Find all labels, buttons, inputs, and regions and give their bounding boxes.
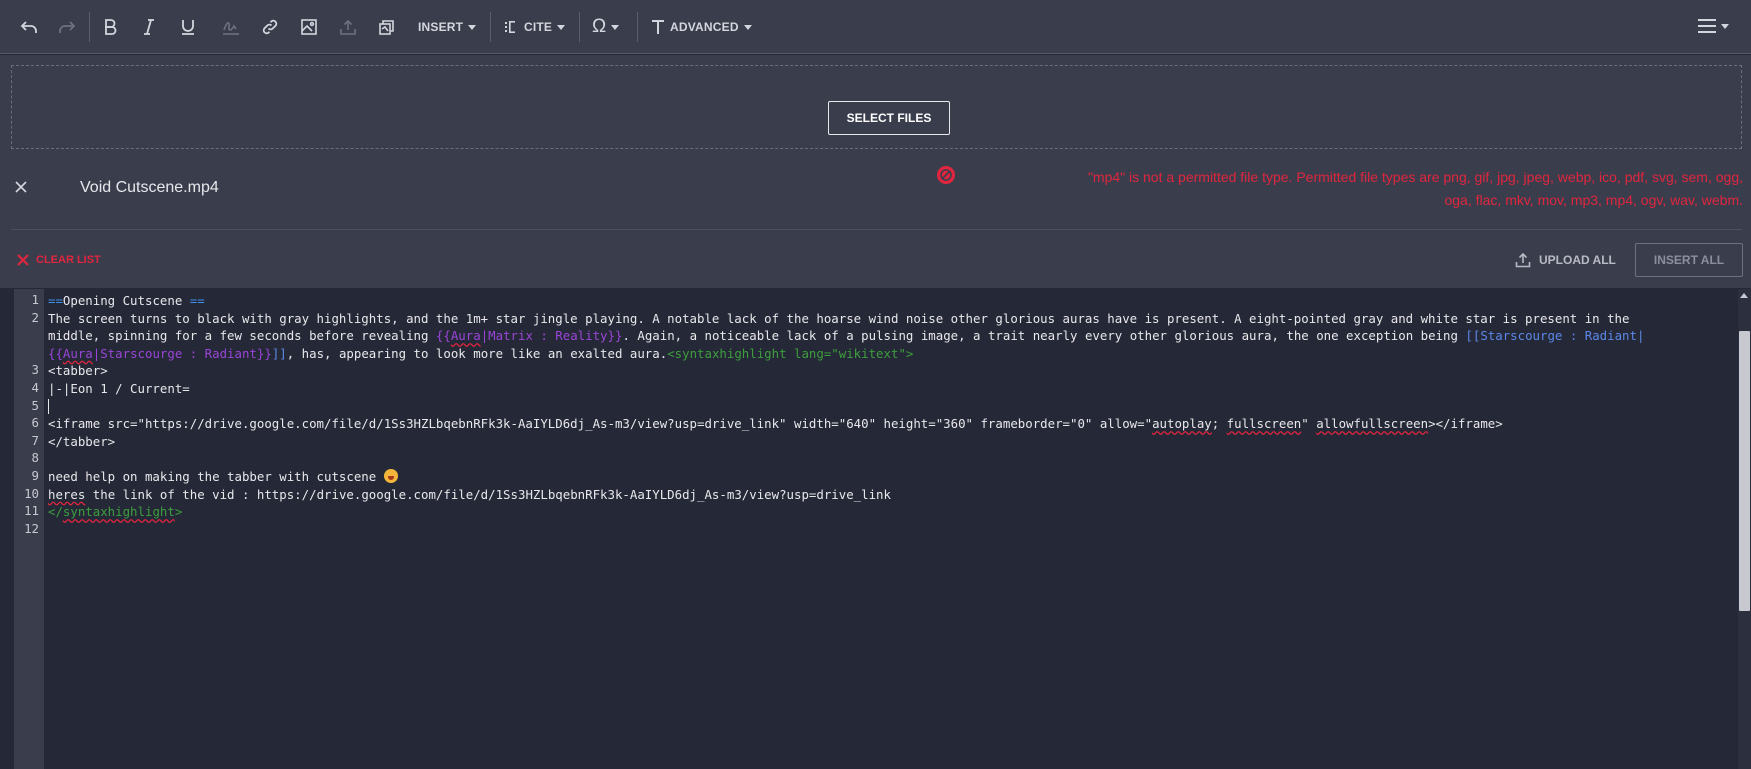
line-number: 1 [31,292,39,307]
gallery-icon[interactable] [370,10,404,44]
italic-icon[interactable] [132,10,166,44]
crying-face-emoji-icon [383,469,398,483]
chevron-down-icon [468,24,477,30]
chevron-down-icon [557,24,566,30]
cite-menu[interactable]: CITE [505,17,566,37]
line-number: 3 [31,362,39,378]
upload-panel: SELECT FILES Void Cutscene.mp4 "mp4" is … [0,55,1751,288]
toolbar-divider [637,12,638,42]
error-message-line: "mp4" is not a permitted file type. Perm… [1087,169,1743,185]
line-number: 8 [31,450,39,466]
code-line: |-|Eon 1 / Current= [48,381,190,396]
code-line: middle, spinning for a few seconds befor… [48,328,1645,344]
upload-all-label: UPLOAD ALL [1539,253,1616,267]
line-number: 10 [24,485,39,501]
link-icon[interactable] [253,10,287,44]
special-characters-menu[interactable]: Ω [592,16,620,37]
code-line: </syntaxhighlight> [48,504,183,520]
code-line: {{Aura|Starscourge : Radiant}}]], has, a… [48,345,914,361]
code-line: heres the link of the vid : https://driv… [48,486,891,502]
chevron-down-icon [611,24,620,30]
line-number: 11 [24,503,39,519]
omega-icon: Ω [592,16,607,37]
chevron-down-icon [1721,23,1729,29]
scrollbar-thumb[interactable] [1739,331,1750,611]
code-line: <tabber> [48,363,108,379]
line-number: 7 [31,432,39,448]
close-icon [17,254,29,266]
line-number-gutter: 1 2 3 4 5 6 7 8 9 10 11 12 [14,289,44,769]
advanced-label: ADVANCED [670,20,739,34]
signature-icon[interactable] [214,10,248,44]
file-type-error: "mp4" is not a permitted file type. Perm… [923,166,1743,212]
image-icon[interactable] [292,10,326,44]
menu-toggle[interactable] [1698,16,1729,36]
code-line: need help on making the tabber with cuts… [48,468,398,486]
clear-list-button[interactable]: CLEAR LIST [16,253,101,267]
code-line: The screen turns to black with gray high… [48,310,1630,326]
line-number: 2 [31,309,39,325]
code-line: <iframe src="https://drive.google.com/fi… [48,416,1503,432]
toolbar-divider [490,12,491,42]
cite-icon [505,21,515,33]
editor-toolbar: INSERT CITE Ω ADVANCED [0,0,1751,54]
source-editor[interactable]: 1 2 3 4 5 6 7 8 9 10 11 12 ==Opening Cut… [14,289,1738,769]
insert-all-button[interactable]: INSERT ALL [1635,243,1743,277]
advanced-menu[interactable]: ADVANCED [651,17,752,37]
toolbar-divider [89,12,90,42]
chevron-down-icon [743,24,752,30]
underline-icon[interactable] [171,10,205,44]
code-line: ==Opening Cutscene == [48,293,205,308]
toolbar-divider [579,12,580,42]
line-number: 4 [31,380,39,395]
file-dropzone[interactable]: SELECT FILES [11,65,1742,149]
clear-list-label: CLEAR LIST [36,254,101,266]
error-message-line: oga, flac, mkv, mov, mp3, mp4, ogv, wav,… [1444,192,1743,208]
select-files-button[interactable]: SELECT FILES [828,101,950,135]
insert-label: INSERT [418,20,464,34]
line-number: 5 [31,397,39,413]
upload-all-button[interactable]: UPLOAD ALL [1515,250,1616,270]
line-number: 9 [31,468,39,483]
close-icon[interactable] [13,179,29,195]
bold-icon[interactable] [93,10,127,44]
undo-icon[interactable] [12,10,46,44]
divider [11,229,1742,230]
text-cursor [48,399,49,414]
insert-menu[interactable]: INSERT [418,17,477,37]
code-line: </tabber> [48,433,116,449]
upload-icon [1515,252,1531,268]
file-name: Void Cutscene.mp4 [80,179,219,196]
scroll-up-arrow-icon[interactable] [1740,293,1748,298]
vertical-scrollbar[interactable] [1738,289,1751,769]
redo-icon[interactable] [50,10,84,44]
upload-icon[interactable] [331,10,365,44]
line-number: 12 [24,520,39,536]
text-format-icon [652,20,664,34]
hamburger-menu-icon [1698,19,1716,33]
cite-label: CITE [524,20,553,34]
line-number: 6 [31,415,39,431]
